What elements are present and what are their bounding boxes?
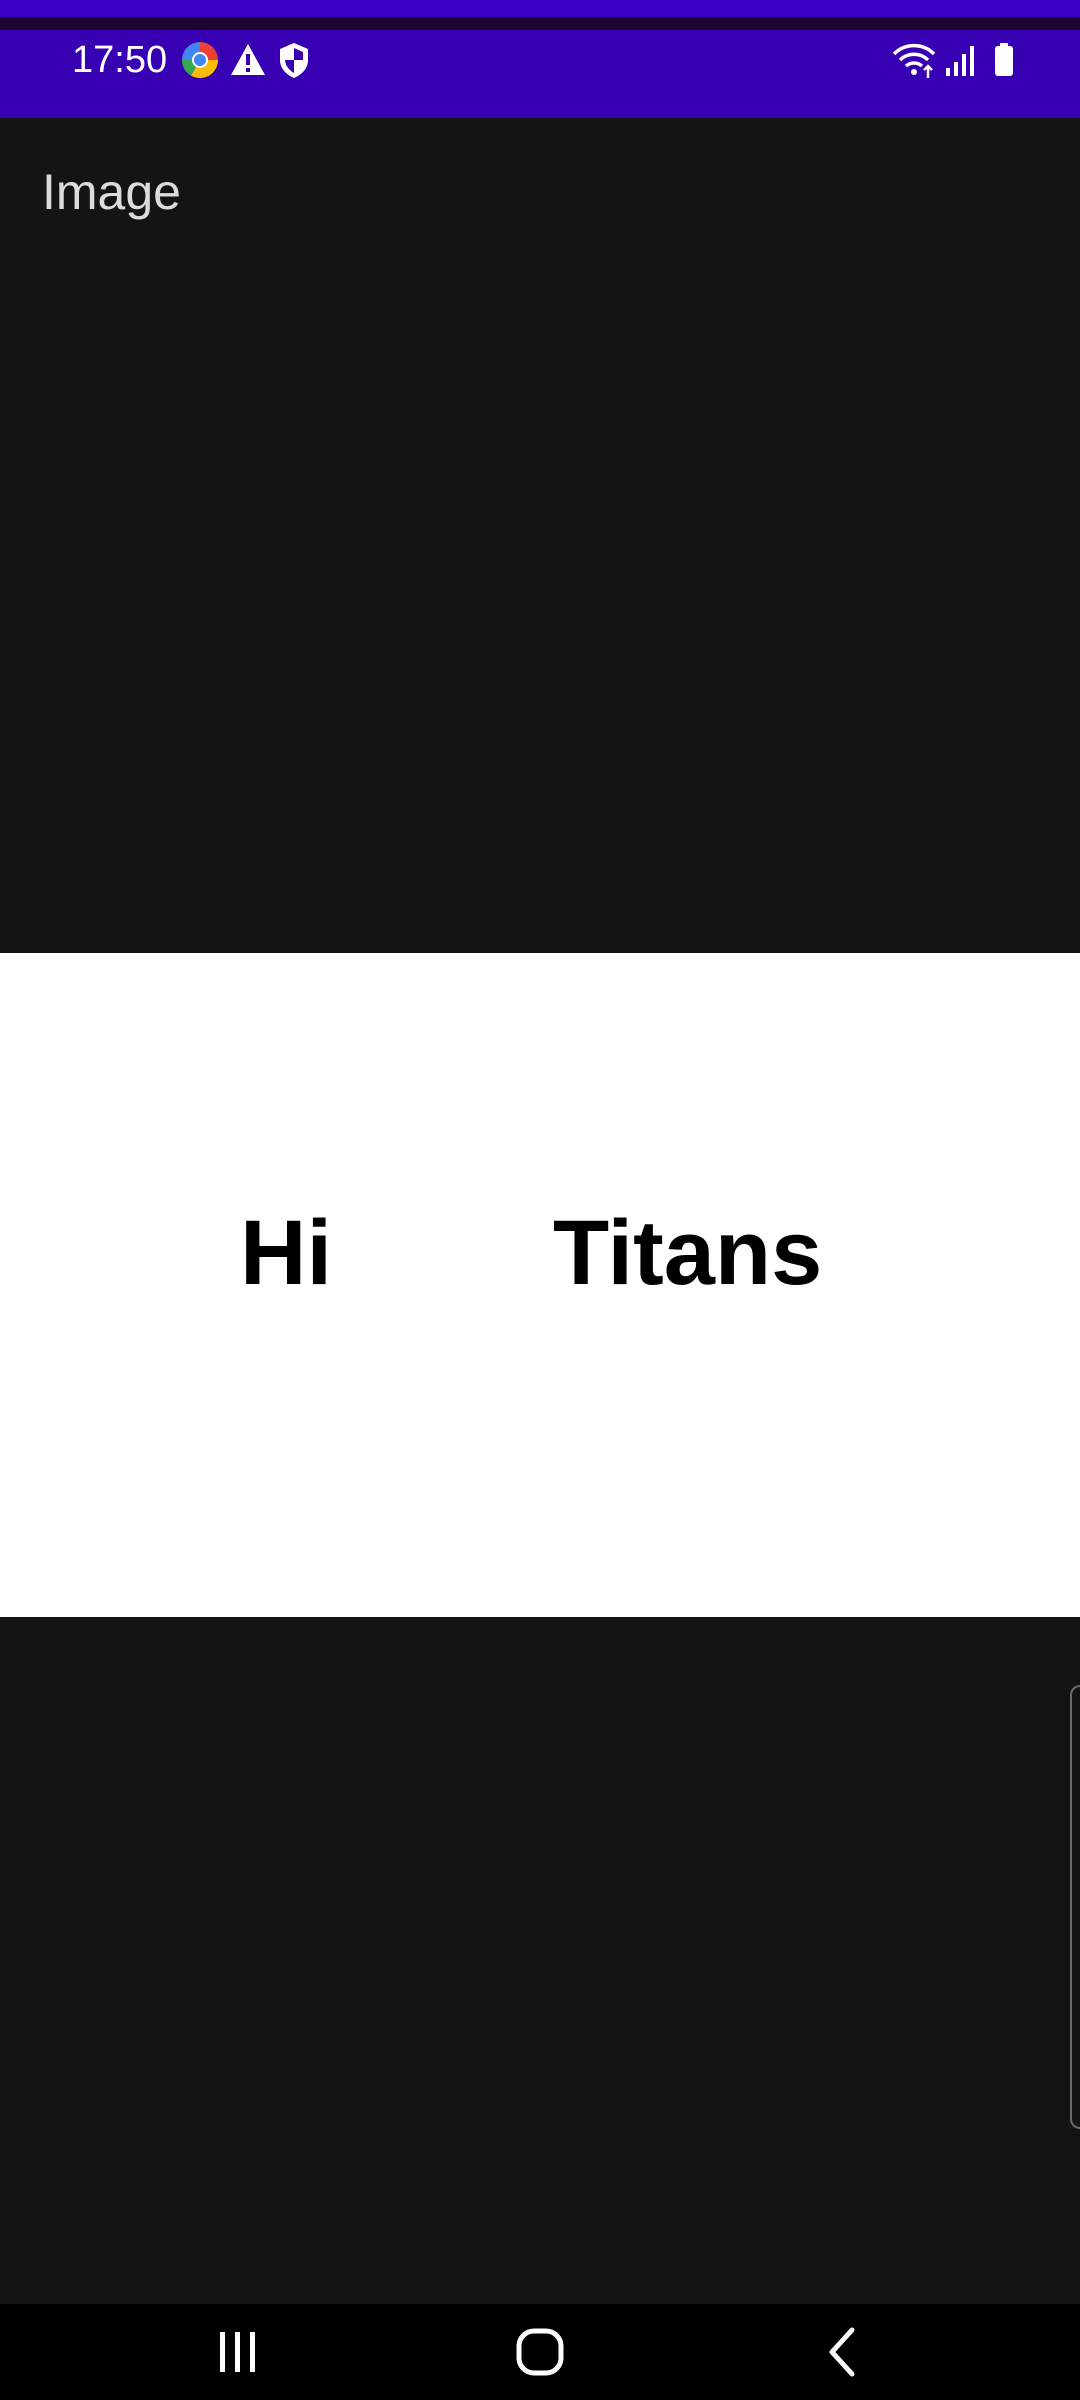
edge-panel-handle[interactable] <box>1070 1685 1080 2129</box>
page-title: Image <box>42 164 181 220</box>
image-word-titans: Titans <box>553 1202 823 1304</box>
battery-icon <box>984 40 1024 80</box>
screen: 17:50 Image Hi Titans <box>0 0 1080 2400</box>
recent-apps-icon[interactable] <box>198 2318 278 2386</box>
home-icon[interactable] <box>500 2318 580 2386</box>
navigation-bar <box>0 2304 1080 2400</box>
top-accent-strip <box>0 0 1080 17</box>
wifi-icon <box>890 40 938 80</box>
image-word-hi: Hi <box>240 1202 332 1304</box>
back-icon[interactable] <box>802 2318 882 2386</box>
chrome-icon <box>180 40 220 80</box>
image-panel: Hi Titans <box>0 953 1080 1617</box>
shield-icon <box>274 40 314 80</box>
status-bar: 17:50 <box>0 30 1080 118</box>
warning-icon <box>228 40 268 80</box>
top-dark-strip <box>0 17 1080 30</box>
signal-icon <box>940 40 980 80</box>
status-time: 17:50 <box>72 39 168 81</box>
